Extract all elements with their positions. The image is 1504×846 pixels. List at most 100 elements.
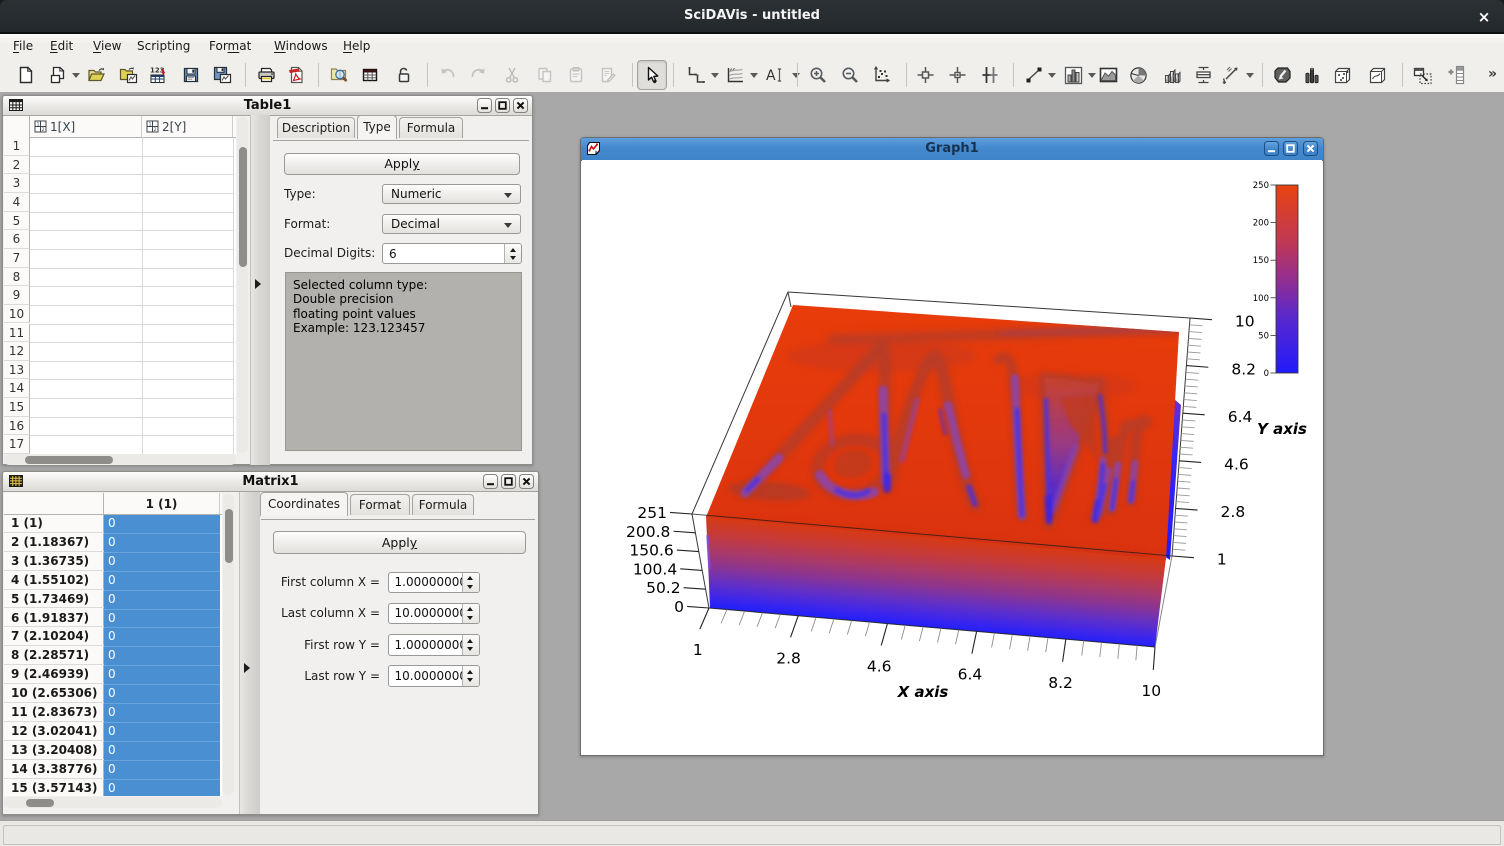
spin-buttons[interactable] (462, 635, 479, 655)
splitter-arrow-icon[interactable] (255, 279, 261, 289)
table1-row-header[interactable]: 2 (4, 156, 30, 175)
matrix1-row-header[interactable]: 15 (3.57143) (4, 779, 104, 796)
matrix1-maximize-button[interactable] (501, 474, 517, 490)
graph1-minimize-button[interactable] (1264, 141, 1280, 157)
matrix1-cell[interactable]: 0 (104, 779, 220, 796)
matrix1-cell[interactable]: 0 (104, 760, 220, 779)
toolbar-pointer-icon[interactable] (637, 60, 667, 90)
table1-row-header[interactable]: 13 (4, 361, 30, 380)
table1-hscrollbar[interactable] (4, 454, 236, 465)
toolbar-screen-reader-icon[interactable] (911, 61, 939, 89)
matrix1-cell[interactable]: 0 (104, 646, 220, 665)
toolbar-plot-area-icon[interactable] (1094, 61, 1122, 89)
type-combobox[interactable]: Numeric (382, 184, 521, 204)
matrix1-row-header[interactable]: 11 (2.83673) (4, 703, 104, 722)
toolbar-add-column-icon[interactable] (1441, 61, 1469, 89)
firstrowy-spinbox[interactable]: 1.000000000 (388, 634, 480, 656)
menu-windows[interactable]: Windows (268, 37, 334, 56)
decimal-digits-spinbox[interactable]: 6 (382, 243, 522, 264)
matrix1-cell[interactable]: 0 (104, 684, 220, 703)
menu-view[interactable]: View (87, 37, 127, 56)
menu-file[interactable]: File (7, 37, 39, 56)
tab-formula[interactable]: Formula (412, 494, 474, 515)
table1-column-header[interactable]: 121[X] (30, 116, 142, 137)
matrix1-row-header[interactable]: 10 (2.65306) (4, 684, 104, 703)
lastcolumnx-spinbox[interactable]: 10.00000000 (388, 603, 480, 625)
toolbar-plot3d-scatter-icon[interactable] (1328, 61, 1356, 89)
matrix1-cell[interactable]: 0 (104, 609, 220, 628)
graph1-close-button[interactable] (1303, 141, 1319, 157)
spin-up-icon[interactable] (467, 607, 473, 611)
toolbar-plot-3dbar-icon[interactable] (1158, 61, 1186, 89)
scrollbar-thumb[interactable] (26, 799, 54, 807)
matrix1-row-header[interactable]: 4 (1.55102) (4, 571, 104, 590)
toolbar-plot3d-surface-icon[interactable] (1268, 61, 1296, 89)
table1-minimize-button[interactable] (477, 98, 493, 114)
matrix1-splitter[interactable] (239, 492, 260, 814)
table1-titlebar[interactable]: Table1 (3, 96, 532, 116)
toolbar-save-project-icon[interactable] (177, 61, 205, 89)
toolbar-new-graph-icon[interactable] (683, 61, 727, 89)
dropdown-arrow-icon[interactable] (750, 73, 758, 78)
menu-edit[interactable]: Edit (44, 37, 79, 56)
matrix1-cell[interactable]: 0 (104, 552, 220, 571)
toolbar-select-range-icon[interactable] (976, 61, 1004, 89)
matrix1-row-header[interactable]: 6 (1.91837) (4, 609, 104, 628)
matrix1-vscrollbar[interactable] (223, 494, 234, 795)
toolbar-add-text-icon[interactable]: A (762, 61, 806, 89)
scrollbar-thumb[interactable] (25, 456, 113, 464)
toolbar-zoom-in-icon[interactable] (804, 61, 832, 89)
spin-up-icon[interactable] (467, 639, 473, 643)
matrix1-cell[interactable]: 0 (104, 703, 220, 722)
matrix1-cell[interactable]: 0 (104, 533, 220, 552)
matrix1-cell[interactable]: 0 (104, 627, 220, 646)
dropdown-arrow-icon[interactable] (792, 73, 800, 78)
graph1-titlebar[interactable]: Graph1 (581, 138, 1323, 161)
graph1-maximize-button[interactable] (1283, 141, 1299, 157)
lastrowy-spinbox[interactable]: 10.00000000 (388, 665, 480, 687)
spin-buttons[interactable] (462, 604, 479, 624)
toolbar-new-curves-icon[interactable] (722, 61, 766, 89)
spin-down-icon[interactable] (467, 647, 473, 651)
matrix1-row-header[interactable]: 5 (1.73469) (4, 590, 104, 609)
spin-down-icon[interactable] (510, 256, 516, 260)
toolbar-plot-box-icon[interactable] (1189, 61, 1217, 89)
spin-buttons[interactable] (462, 666, 479, 686)
spin-buttons[interactable] (462, 573, 479, 593)
toolbar-zoom-out-icon[interactable] (836, 61, 864, 89)
format-combobox[interactable]: Decimal (382, 214, 521, 234)
spin-up-icon[interactable] (467, 670, 473, 674)
table1-row-header[interactable]: 7 (4, 249, 30, 268)
spin-up-icon[interactable] (467, 576, 473, 580)
table1-grid[interactable]: 121[X]122[Y]1234567891011121314151617 (4, 116, 236, 454)
table1-close-button[interactable] (513, 98, 529, 114)
matrix1-hscrollbar[interactable] (4, 797, 222, 808)
matrix1-cell[interactable]: 0 (104, 571, 220, 590)
matrix1-row-header[interactable]: 3 (1.36735) (4, 552, 104, 571)
matrix1-cell[interactable]: 0 (104, 665, 220, 684)
tab-description[interactable]: Description (277, 117, 355, 138)
matrix1-row-header[interactable]: 9 (2.46939) (4, 665, 104, 684)
toolbar-new-project-icon[interactable] (12, 61, 40, 89)
table1-row-header[interactable]: 8 (4, 268, 30, 287)
spin-down-icon[interactable] (467, 585, 473, 589)
dropdown-arrow-icon[interactable] (711, 73, 719, 78)
toolbar-print-icon[interactable] (252, 61, 280, 89)
toolbar-save-template-icon[interactable] (208, 61, 236, 89)
toolbar-results-log-icon[interactable] (356, 61, 384, 89)
apply-button[interactable]: Apply (284, 153, 520, 176)
toolbar-plot3d-trajectory-icon[interactable] (1363, 61, 1391, 89)
table1-maximize-button[interactable] (495, 98, 511, 114)
table1-vscrollbar[interactable] (237, 117, 248, 453)
spin-down-icon[interactable] (467, 678, 473, 682)
matrix1-minimize-button[interactable] (483, 474, 499, 490)
table1-row-header[interactable]: 16 (4, 417, 30, 436)
table1-row-header[interactable]: 11 (4, 324, 30, 343)
combo-arrow-icon[interactable] (504, 193, 512, 198)
table1-row-header[interactable]: 17 (4, 435, 30, 454)
spin-buttons[interactable] (504, 244, 521, 263)
toolbar-open-project-icon[interactable] (82, 61, 110, 89)
firstcolumnx-spinbox[interactable]: 1.000000000 (388, 572, 480, 594)
matrix1-column-header[interactable]: 1 (1) (104, 493, 220, 514)
spin-up-icon[interactable] (510, 248, 516, 252)
